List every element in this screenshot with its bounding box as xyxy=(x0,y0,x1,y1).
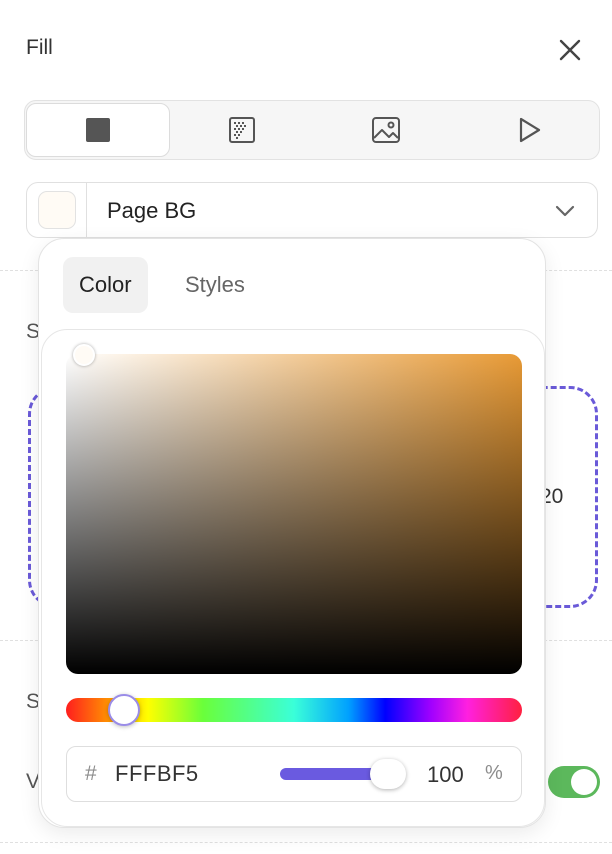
sv-handle[interactable] xyxy=(73,344,95,366)
panel-title: Fill xyxy=(26,36,53,59)
play-icon xyxy=(519,117,541,143)
fill-type-tabs xyxy=(24,100,600,160)
tab-color[interactable]: Color xyxy=(63,257,148,313)
close-icon xyxy=(559,39,581,61)
tab-styles[interactable]: Styles xyxy=(169,257,261,313)
hue-slider[interactable] xyxy=(66,694,522,726)
section-divider xyxy=(0,842,612,843)
color-style-name: Page BG xyxy=(107,198,197,223)
hex-input[interactable] xyxy=(115,757,275,791)
tab-gradient[interactable] xyxy=(170,103,314,157)
opacity-handle[interactable] xyxy=(370,759,406,789)
saturation-value-area[interactable] xyxy=(66,344,522,674)
image-icon xyxy=(372,117,400,143)
color-swatch[interactable] xyxy=(37,191,76,229)
visibility-toggle[interactable] xyxy=(548,766,600,798)
percent-sign: % xyxy=(485,762,503,784)
swatch-cell xyxy=(27,183,87,237)
opacity-value[interactable]: 100 xyxy=(427,762,464,788)
fill-panel: Fill Page BG S 20 S V Color Styles # FFF… xyxy=(0,0,612,854)
hash-prefix: # xyxy=(85,762,97,785)
tab-solid[interactable] xyxy=(26,103,170,157)
tab-image[interactable] xyxy=(314,103,458,157)
close-button[interactable] xyxy=(554,34,586,66)
color-picker-popover: Color Styles # 100 % xyxy=(38,238,546,828)
gradient-icon xyxy=(229,117,255,143)
hex-input-row: # 100 % xyxy=(66,746,522,802)
tab-video[interactable] xyxy=(457,103,601,157)
solid-square-icon xyxy=(86,118,110,142)
chevron-down-icon[interactable] xyxy=(551,197,579,225)
picker-card: # 100 % xyxy=(41,329,545,827)
hue-handle[interactable] xyxy=(108,694,140,726)
color-style-select[interactable]: Page BG xyxy=(26,182,598,238)
